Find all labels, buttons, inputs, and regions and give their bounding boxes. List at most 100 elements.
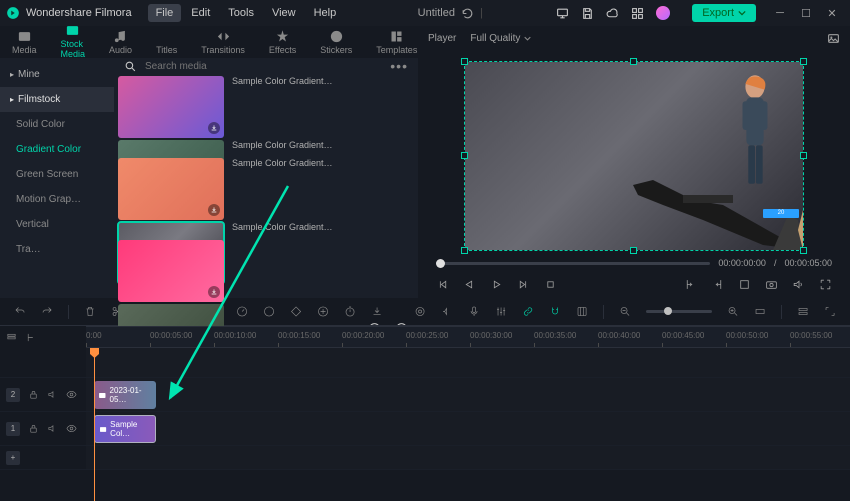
minimize-button[interactable]: ─ xyxy=(768,4,792,22)
avatar[interactable] xyxy=(656,6,670,20)
snapshot-icon[interactable] xyxy=(765,278,778,291)
mark-out-icon[interactable] xyxy=(711,278,724,291)
sidebar-transitions[interactable]: Tra… xyxy=(0,237,114,262)
fit-icon[interactable] xyxy=(754,305,766,318)
sidebar-motion-graphics[interactable]: Motion Grap… xyxy=(0,187,114,212)
menu-file[interactable]: File xyxy=(148,4,182,22)
export-button[interactable]: Export xyxy=(692,4,756,22)
visibility-icon[interactable] xyxy=(66,389,77,400)
resize-handle[interactable] xyxy=(800,247,807,254)
tracks-icon[interactable] xyxy=(6,332,17,343)
sidebar-solid-color[interactable]: Solid Color xyxy=(0,112,114,137)
volume-icon[interactable] xyxy=(792,278,805,291)
search-icon[interactable] xyxy=(124,60,137,73)
resize-handle[interactable] xyxy=(461,58,468,65)
seek-bar[interactable] xyxy=(436,262,710,265)
cloud-icon[interactable] xyxy=(606,7,619,20)
media-thumb[interactable] xyxy=(118,76,224,138)
sidebar-vertical[interactable]: Vertical xyxy=(0,212,114,237)
grid-icon[interactable] xyxy=(631,7,644,20)
download-icon[interactable] xyxy=(208,122,220,134)
zoom-in-icon[interactable] xyxy=(727,305,739,318)
menu-tools[interactable]: Tools xyxy=(220,4,262,22)
visibility-icon[interactable] xyxy=(66,423,77,434)
mark-in-icon[interactable] xyxy=(684,278,697,291)
audio-track-icon[interactable] xyxy=(441,305,453,318)
resize-handle[interactable] xyxy=(461,152,468,159)
tab-templates[interactable]: Templates xyxy=(374,26,419,58)
play-reverse-icon[interactable] xyxy=(463,278,476,291)
redo-icon[interactable] xyxy=(41,305,53,318)
zoom-out-icon[interactable] xyxy=(619,305,631,318)
undo-icon[interactable] xyxy=(14,305,26,318)
download-tl-icon[interactable] xyxy=(371,305,383,318)
magnet-icon[interactable] xyxy=(549,305,561,318)
media-thumb[interactable] xyxy=(118,158,224,220)
quality-dropdown[interactable]: Full Quality xyxy=(470,33,531,44)
sidebar-mine[interactable]: Mine xyxy=(0,62,114,87)
image-icon[interactable] xyxy=(827,32,840,45)
prev-frame-icon[interactable] xyxy=(436,278,449,291)
more-icon[interactable]: ••• xyxy=(390,58,408,74)
download-icon[interactable] xyxy=(208,286,220,298)
stop-icon[interactable] xyxy=(544,278,557,291)
collapse-icon[interactable] xyxy=(25,332,36,343)
zoom-slider[interactable] xyxy=(646,310,711,313)
refresh-icon[interactable] xyxy=(461,7,474,20)
add-track-button[interactable]: + xyxy=(6,451,20,465)
media-thumb[interactable] xyxy=(118,240,224,302)
color-icon[interactable] xyxy=(263,305,275,318)
keyframe-icon[interactable] xyxy=(290,305,302,318)
video-clip[interactable]: 2023-01-05… xyxy=(94,381,156,409)
view-icon[interactable] xyxy=(797,305,809,318)
track-lane[interactable] xyxy=(86,446,850,469)
mute-icon[interactable] xyxy=(47,389,58,400)
track-lane[interactable] xyxy=(86,348,850,377)
next-frame-icon[interactable] xyxy=(517,278,530,291)
mixer-icon[interactable] xyxy=(495,305,507,318)
resize-handle[interactable] xyxy=(800,152,807,159)
sidebar-green-screen[interactable]: Green Screen xyxy=(0,162,114,187)
menu-help[interactable]: Help xyxy=(306,4,345,22)
menu-view[interactable]: View xyxy=(264,4,304,22)
fullscreen-icon[interactable] xyxy=(819,278,832,291)
download-icon[interactable] xyxy=(208,204,220,216)
tab-audio[interactable]: Audio xyxy=(107,26,134,58)
resize-handle[interactable] xyxy=(461,247,468,254)
seek-head[interactable] xyxy=(436,259,445,268)
adjust-icon[interactable] xyxy=(317,305,329,318)
link-icon[interactable] xyxy=(522,305,534,318)
menu-edit[interactable]: Edit xyxy=(183,4,218,22)
resize-handle[interactable] xyxy=(630,58,637,65)
sample-clip[interactable]: Sample Col… xyxy=(94,415,156,443)
mute-icon[interactable] xyxy=(47,423,58,434)
lock-icon[interactable] xyxy=(28,389,39,400)
monitor-icon[interactable] xyxy=(556,7,569,20)
tab-stickers[interactable]: Stickers xyxy=(318,26,354,58)
tab-titles[interactable]: Titles xyxy=(154,26,179,58)
search-input[interactable] xyxy=(145,61,382,72)
close-button[interactable]: ✕ xyxy=(820,4,844,22)
delete-icon[interactable] xyxy=(84,305,96,318)
zoom-head[interactable] xyxy=(664,307,672,315)
timer-icon[interactable] xyxy=(344,305,356,318)
resize-handle[interactable] xyxy=(800,58,807,65)
preview-canvas[interactable]: 20 xyxy=(464,61,804,251)
time-ruler[interactable]: 0:0000:00:05:0000:00:10:0000:00:15:0000:… xyxy=(86,326,850,348)
group-icon[interactable] xyxy=(576,305,588,318)
tab-transitions[interactable]: Transitions xyxy=(199,26,247,58)
play-icon[interactable] xyxy=(490,278,503,291)
mic-icon[interactable] xyxy=(468,305,480,318)
lock-icon[interactable] xyxy=(28,423,39,434)
track-lane[interactable]: 2023-01-05… xyxy=(86,378,850,411)
sidebar-gradient-color[interactable]: Gradient Color xyxy=(0,137,114,162)
maximize-button[interactable]: ☐ xyxy=(794,4,818,22)
sidebar-filmstock[interactable]: Filmstock xyxy=(0,87,114,112)
track-lane[interactable]: Sample Col… xyxy=(86,412,850,445)
target-icon[interactable] xyxy=(414,305,426,318)
expand-icon[interactable] xyxy=(824,305,836,318)
crop-icon[interactable] xyxy=(738,278,751,291)
resize-handle[interactable] xyxy=(630,247,637,254)
tab-effects[interactable]: Effects xyxy=(267,26,298,58)
speed-icon[interactable] xyxy=(236,305,248,318)
